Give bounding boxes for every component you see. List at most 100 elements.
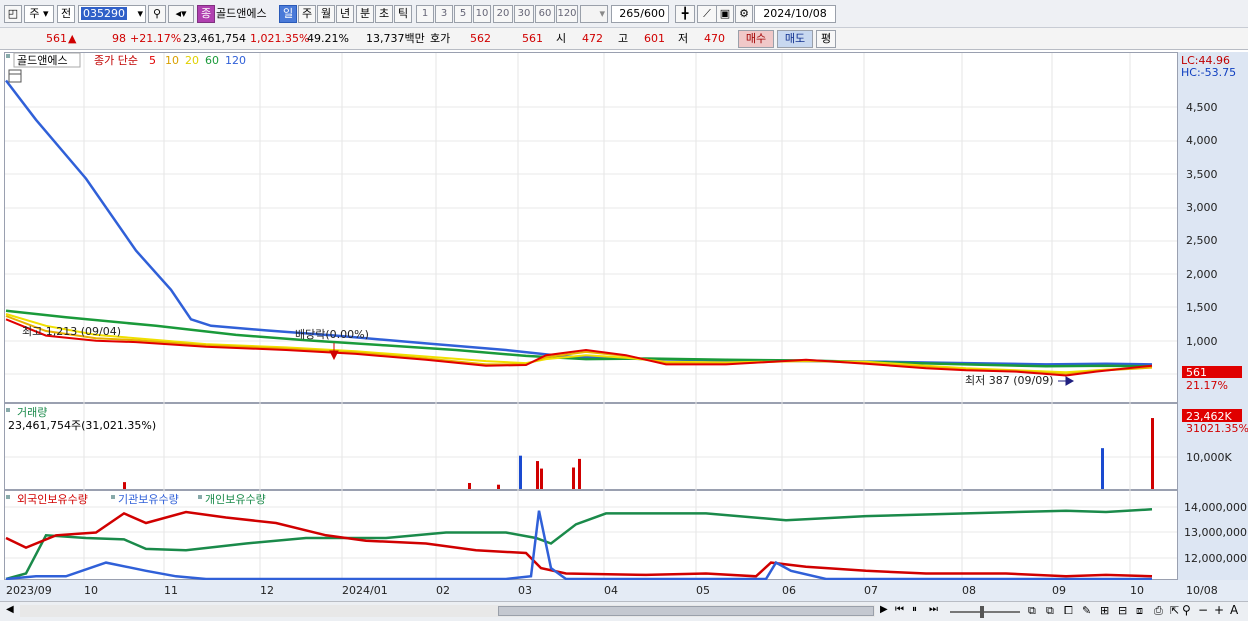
y-tick: 1,500 bbox=[1186, 301, 1218, 314]
window-icon[interactable]: ⧠ bbox=[1064, 604, 1073, 618]
x-tick: 08 bbox=[962, 584, 976, 597]
x-tick: 10 bbox=[1130, 584, 1144, 597]
x-tick: 2024/01 bbox=[342, 584, 388, 597]
x-tick: 04 bbox=[604, 584, 618, 597]
tile-icon[interactable]: ⧈ bbox=[1136, 604, 1143, 618]
volume-current-rate: 31021.35% bbox=[1186, 422, 1248, 435]
number-button[interactable]: 30 bbox=[514, 5, 534, 23]
volume-bar bbox=[1101, 448, 1104, 489]
dividend-label: 배당락(0.00%) bbox=[295, 328, 369, 341]
amount-value: 13,737백만 bbox=[366, 32, 425, 45]
export-icon[interactable]: ⇱ bbox=[1170, 604, 1179, 617]
zoom-slider-handle[interactable] bbox=[980, 606, 984, 618]
text-size-icon[interactable]: A bbox=[1230, 603, 1238, 617]
eval-button[interactable]: 평 bbox=[816, 30, 836, 48]
period-tick[interactable]: 틱 bbox=[394, 5, 412, 23]
unit-select[interactable]: ▾ bbox=[580, 5, 608, 23]
count-field[interactable]: 265/600 bbox=[611, 5, 669, 23]
code-value: 035290 bbox=[81, 7, 127, 20]
current-price: 561 bbox=[46, 32, 67, 45]
gear-icon[interactable]: ⚙ bbox=[735, 5, 753, 23]
print-icon[interactable]: ⎙ bbox=[1154, 604, 1163, 618]
legend-ma-label: 종가 단순 bbox=[94, 54, 138, 67]
window-icon[interactable]: ◰ bbox=[4, 5, 22, 23]
zoom-out-icon[interactable]: − bbox=[1198, 603, 1208, 617]
play-icon[interactable]: ▶ bbox=[880, 604, 888, 615]
low-value: 470 bbox=[704, 32, 725, 45]
up-arrow-icon: ▲ bbox=[68, 32, 77, 45]
volume-bar bbox=[540, 468, 543, 489]
y-tick: 2,500 bbox=[1186, 234, 1218, 247]
grid-icon[interactable]: ⊞ bbox=[1100, 604, 1109, 617]
scroll-left-icon[interactable]: ◀ bbox=[6, 604, 14, 615]
volume-rate: 1,021.35% bbox=[250, 32, 310, 45]
copy-icon[interactable]: ⧉ bbox=[1046, 604, 1054, 618]
volume-title: 거래량 bbox=[17, 406, 47, 419]
legend-ma-5: 5 bbox=[149, 54, 156, 67]
volume-bar bbox=[572, 467, 575, 489]
speaker-icon[interactable]: ◂▾ bbox=[168, 5, 194, 23]
holding-label-individual: 개인보유수량 bbox=[205, 493, 266, 506]
zoom-in-icon[interactable]: + bbox=[1214, 603, 1224, 617]
scroll-track[interactable] bbox=[20, 605, 875, 617]
number-button[interactable]: 20 bbox=[493, 5, 513, 23]
zoom-icon[interactable]: ⚲ bbox=[1182, 603, 1191, 617]
period-second[interactable]: 초 bbox=[375, 5, 393, 23]
y-tick: 3,000 bbox=[1186, 201, 1218, 214]
ruler-icon[interactable]: ⊟ bbox=[1118, 604, 1127, 617]
period-week[interactable]: 주 bbox=[298, 5, 316, 23]
chevron-down-icon[interactable]: ▾ bbox=[137, 6, 143, 22]
x-tick: 07 bbox=[864, 584, 878, 597]
ask-label: 호가 bbox=[430, 32, 451, 45]
rewind-icon[interactable]: ⏮ bbox=[895, 604, 904, 615]
holding-legend-icon bbox=[6, 495, 10, 499]
layout-icon[interactable]: ⧉ bbox=[1028, 604, 1036, 618]
number-button[interactable]: 10 bbox=[473, 5, 491, 23]
holding-y-tick: 14,000,000 bbox=[1184, 501, 1247, 514]
number-button[interactable]: 120 bbox=[556, 5, 578, 23]
x-tick: 06 bbox=[782, 584, 796, 597]
open-label: 시 bbox=[556, 32, 567, 45]
y-tick: 4,000 bbox=[1186, 134, 1218, 147]
market-select[interactable]: 주 ▾ bbox=[24, 5, 54, 23]
pause-icon[interactable]: ⏸ bbox=[912, 604, 917, 615]
candle-icon[interactable]: ╋ bbox=[675, 5, 695, 23]
min-label: 최저 387 (09/09) bbox=[965, 374, 1054, 387]
zoom-slider[interactable] bbox=[950, 606, 1020, 618]
volume-bar bbox=[536, 461, 539, 489]
period-day[interactable]: 일 bbox=[279, 5, 297, 23]
pen-icon[interactable]: ✎ bbox=[1082, 604, 1091, 617]
volume-bar bbox=[123, 482, 126, 489]
number-button[interactable]: 5 bbox=[454, 5, 472, 23]
turnover-value: 49.21% bbox=[307, 32, 349, 45]
x-tick: 03 bbox=[518, 584, 532, 597]
period-minute[interactable]: 분 bbox=[356, 5, 374, 23]
prev-label[interactable]: 전 bbox=[57, 5, 75, 23]
number-button[interactable]: 3 bbox=[435, 5, 453, 23]
sell-button[interactable]: 매도 bbox=[777, 30, 813, 48]
price-change: 98 bbox=[112, 32, 126, 45]
legend-marker-icon bbox=[6, 54, 10, 58]
stock-chart[interactable]: 4,500 4,000 3,500 3,000 2,500 2,000 1,50… bbox=[0, 50, 1248, 601]
calendar-icon[interactable] bbox=[8, 69, 22, 83]
holding-legend-icon bbox=[198, 495, 202, 499]
number-button[interactable]: 1 bbox=[416, 5, 434, 23]
line-tool-icon[interactable]: ⟋ bbox=[697, 5, 717, 23]
stock-badge: 종 bbox=[197, 5, 215, 23]
search-icon[interactable]: ⚲ bbox=[148, 5, 166, 23]
stock-name: 골드앤에스 bbox=[216, 7, 267, 20]
buy-button[interactable]: 매수 bbox=[738, 30, 774, 48]
period-year[interactable]: 년 bbox=[336, 5, 354, 23]
scroll-thumb[interactable] bbox=[498, 606, 874, 616]
high-label: 고 bbox=[618, 32, 629, 45]
scroll-bar[interactable]: ◀ ▶ ⏮ ⏸ ⏭ ⧉ ⧉ ⧠ ✎ ⊞ ⊟ ⧈ ⎙ ⇱ ⚲ − + A bbox=[0, 601, 1248, 621]
number-button[interactable]: 60 bbox=[535, 5, 555, 23]
legend-ma-60: 60 bbox=[205, 54, 219, 67]
period-month[interactable]: 월 bbox=[317, 5, 335, 23]
code-input[interactable]: 035290 ▾ bbox=[78, 5, 146, 23]
volume-y-tick: 10,000K bbox=[1186, 451, 1232, 464]
volume-value: 23,461,754 bbox=[183, 32, 246, 45]
save-icon[interactable]: ▣ bbox=[716, 5, 734, 23]
date-field[interactable]: 2024/10/08 bbox=[754, 5, 836, 23]
fast-forward-icon[interactable]: ⏭ bbox=[929, 604, 938, 615]
